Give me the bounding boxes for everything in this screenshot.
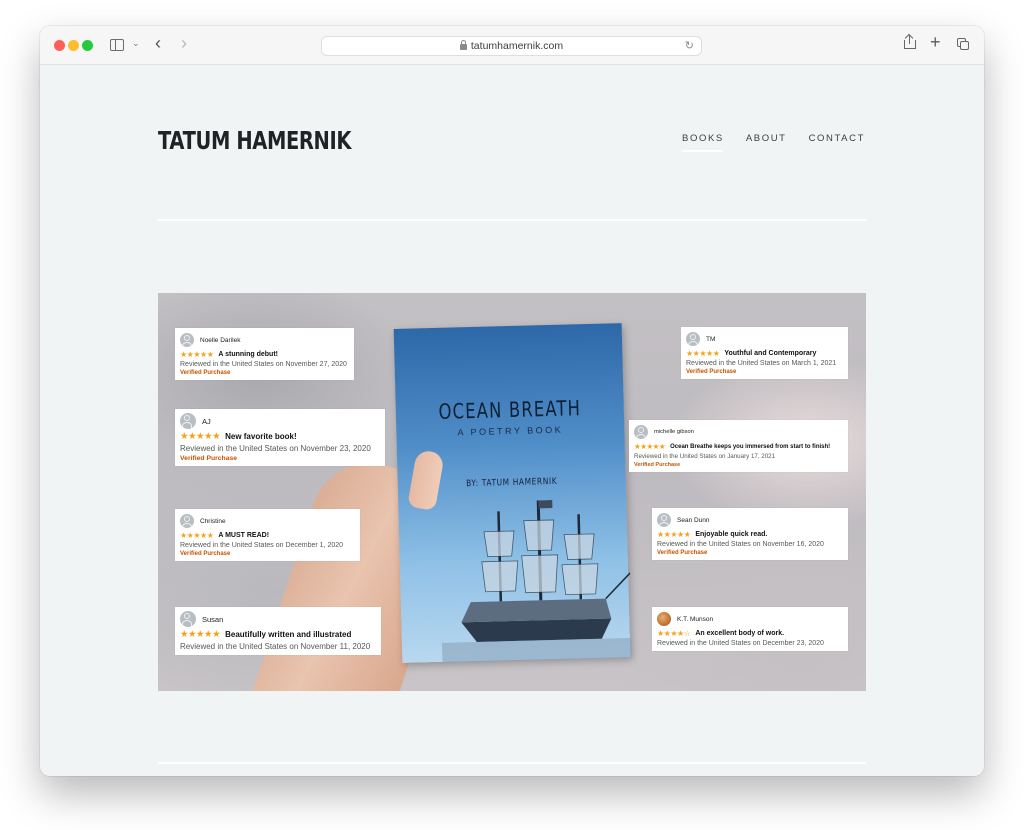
reviewer-name: K.T. Munson xyxy=(677,615,714,623)
page-content: TATUM HAMERNIK BOOKS ABOUT CONTACT OCEAN… xyxy=(40,66,984,776)
reload-icon[interactable]: ↻ xyxy=(685,39,694,52)
avatar-icon xyxy=(180,514,194,528)
verified-badge: Verified Purchase xyxy=(657,550,708,556)
review-headline: Youthful and Contemporary xyxy=(724,350,817,357)
plus-icon[interactable]: + xyxy=(930,32,941,53)
star-rating: ★★★★★ xyxy=(634,442,666,451)
review-headline: Enjoyable quick read. xyxy=(695,531,768,538)
header-divider xyxy=(158,219,866,221)
review-card: K.T. Munson ★★★★☆ An excellent body of wo… xyxy=(652,607,848,651)
star-rating: ★★★★★ xyxy=(180,629,221,640)
review-date: Reviewed in the United States on Novembe… xyxy=(180,361,347,368)
site-title[interactable]: TATUM HAMERNIK xyxy=(158,126,351,155)
reviewer-name: TM xyxy=(706,335,716,343)
share-icon[interactable] xyxy=(904,35,916,49)
sidebar-icon[interactable] xyxy=(110,39,124,51)
star-rating: ★★★★★ xyxy=(686,349,720,358)
review-headline: Ocean Breathe keeps you immersed from st… xyxy=(670,443,831,450)
review-card: TM ★★★★★ Youthful and Contemporary Review… xyxy=(681,327,848,379)
reviewer-name: AJ xyxy=(202,416,211,426)
star-rating: ★★★★★ xyxy=(180,350,214,359)
book-title: OCEAN BREATH xyxy=(438,396,582,424)
ship-illustration xyxy=(438,498,633,663)
verified-badge: Verified Purchase xyxy=(180,551,231,557)
review-date: Reviewed in the United States on Novembe… xyxy=(180,444,371,453)
review-card: Susan ★★★★★ Beautifully written and illus… xyxy=(175,607,381,655)
footer-divider xyxy=(158,762,866,764)
zoom-window-button[interactable] xyxy=(82,40,93,51)
verified-badge: Verified Purchase xyxy=(180,370,231,376)
nav-contact[interactable]: CONTACT xyxy=(809,133,865,144)
avatar-icon xyxy=(180,611,196,627)
book-author: BY: TATUM HAMERNIK xyxy=(466,476,558,490)
close-window-button[interactable] xyxy=(54,40,65,51)
review-headline: A MUST READ! xyxy=(218,532,270,539)
minimize-window-button[interactable] xyxy=(68,40,79,51)
nav-about[interactable]: ABOUT xyxy=(746,133,787,144)
address-bar[interactable]: tatumhamernik.com ↻ xyxy=(321,36,702,56)
reviewer-name: Christine xyxy=(200,517,226,525)
avatar-icon xyxy=(657,513,671,527)
review-headline: A stunning debut! xyxy=(218,351,278,358)
avatar-icon xyxy=(657,612,671,626)
avatar-icon xyxy=(180,333,194,347)
verified-badge: Verified Purchase xyxy=(686,369,737,375)
review-date: Reviewed in the United States on Novembe… xyxy=(180,642,371,651)
nav-books[interactable]: BOOKS xyxy=(682,133,724,152)
star-rating: ★★★★☆ xyxy=(657,629,691,638)
review-date: Reviewed in the United States on Novembe… xyxy=(657,541,824,548)
star-rating: ★★★★★ xyxy=(180,531,214,540)
star-rating: ★★★★★ xyxy=(180,431,221,442)
review-date: Reviewed in the United States on Decembe… xyxy=(657,640,824,647)
main-nav: BOOKS ABOUT CONTACT xyxy=(682,133,865,152)
review-card: Noelle Darilek ★★★★★ A stunning debut! Re… xyxy=(175,328,354,380)
review-headline: New favorite book! xyxy=(225,432,297,441)
review-card: michelle gibson ★★★★★ Ocean Breathe keeps… xyxy=(629,420,848,472)
book-subtitle: A POETRY BOOK xyxy=(457,424,564,438)
browser-toolbar: ⌄ ‹ › tatumhamernik.com ↻ + xyxy=(40,26,984,65)
verified-badge: Verified Purchase xyxy=(180,455,238,462)
star-rating: ★★★★★ xyxy=(657,530,691,539)
reviewer-name: Susan xyxy=(202,614,224,624)
review-date: Reviewed in the United States on March 1… xyxy=(686,360,837,367)
forward-icon[interactable]: › xyxy=(181,33,187,54)
avatar-icon xyxy=(634,425,648,439)
url-text: tatumhamernik.com xyxy=(470,40,564,52)
review-headline: Beautifully written and illustrated xyxy=(225,630,352,639)
review-headline: An excellent body of work. xyxy=(695,630,785,637)
avatar-icon xyxy=(180,413,196,429)
verified-badge: Verified Purchase xyxy=(634,462,681,468)
chevron-down-icon[interactable]: ⌄ xyxy=(132,38,140,49)
reviewer-name: michelle gibson xyxy=(654,429,694,435)
review-card: Sean Dunn ★★★★★ Enjoyable quick read. Rev… xyxy=(652,508,848,560)
review-card: AJ ★★★★★ New favorite book! Reviewed in t… xyxy=(175,409,385,466)
avatar-icon xyxy=(686,332,700,346)
browser-window: ⌄ ‹ › tatumhamernik.com ↻ + TATUM HAMERN… xyxy=(40,26,984,776)
back-icon[interactable]: ‹ xyxy=(155,33,161,54)
tabs-icon[interactable] xyxy=(957,38,970,51)
reviewer-name: Sean Dunn xyxy=(677,516,710,524)
lock-icon xyxy=(459,40,467,50)
reviewer-name: Noelle Darilek xyxy=(200,336,241,344)
review-date: Reviewed in the United States on January… xyxy=(634,453,776,460)
review-date: Reviewed in the United States on Decembe… xyxy=(180,542,344,549)
hero-image: OCEAN BREATH A POETRY BOOK BY: TATUM HAM… xyxy=(158,293,866,691)
review-card: Christine ★★★★★ A MUST READ! Reviewed in … xyxy=(175,509,360,561)
